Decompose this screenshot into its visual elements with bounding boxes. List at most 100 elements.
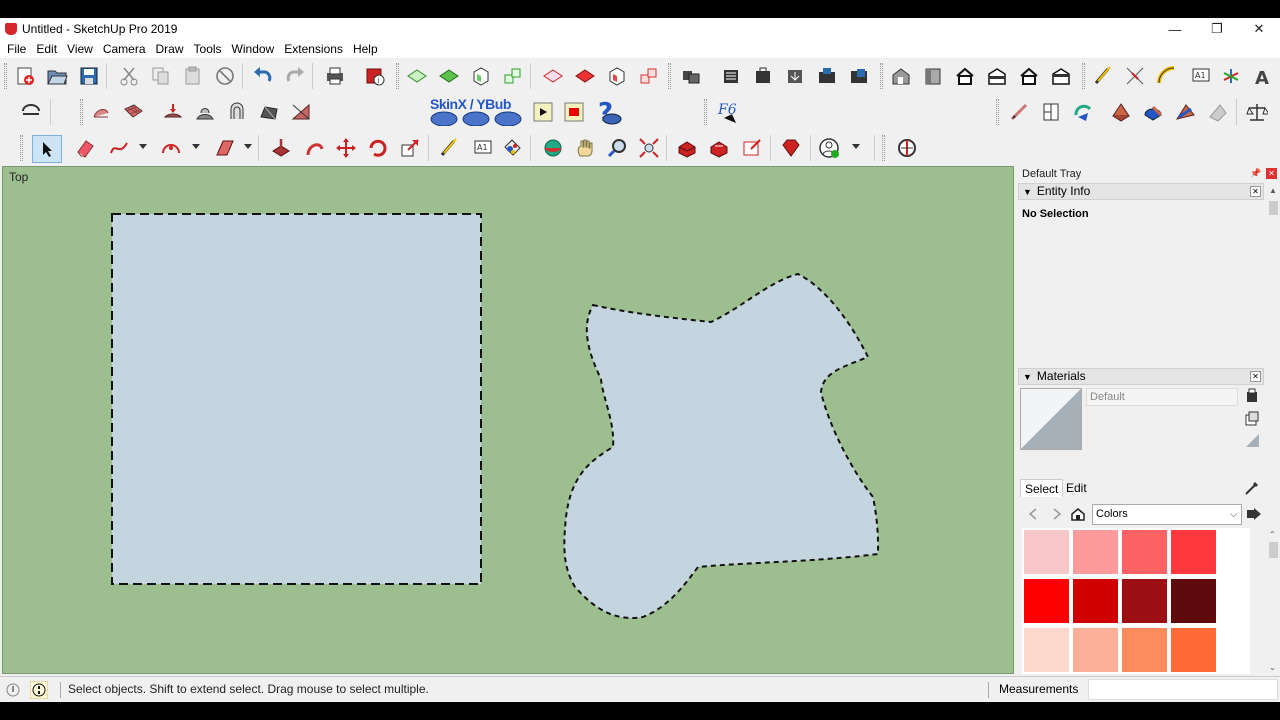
orbit-icon[interactable] — [542, 137, 564, 159]
color-swatch[interactable] — [1073, 530, 1118, 574]
toolbar-grip[interactable] — [880, 63, 883, 89]
menu-extensions[interactable]: Extensions — [279, 42, 348, 56]
menu-help[interactable]: Help — [348, 42, 383, 56]
color-swatch[interactable] — [1073, 579, 1118, 623]
modeling-viewport[interactable]: Top — [2, 166, 1014, 674]
current-material-swatch[interactable] — [1020, 388, 1082, 450]
share-model-icon[interactable] — [752, 65, 774, 87]
entity-info-header[interactable]: ▼ Entity Info ✕ — [1018, 183, 1264, 200]
color-swatch[interactable] — [1171, 530, 1216, 574]
undo-icon[interactable] — [252, 65, 274, 87]
toolbar-grip[interactable] — [396, 63, 399, 89]
orbit-paint-icon[interactable] — [1072, 101, 1094, 123]
restore-button[interactable]: ❐ — [1196, 18, 1238, 40]
extension-manager-icon[interactable] — [848, 65, 870, 87]
rotate-icon[interactable] — [367, 137, 389, 159]
components-icon[interactable] — [680, 65, 702, 87]
open-folder-icon[interactable] — [46, 65, 68, 87]
pin-icon[interactable]: 📌 — [1250, 168, 1261, 179]
axes-icon[interactable] — [1220, 65, 1242, 87]
location-icon[interactable] — [818, 137, 840, 159]
zoom-icon[interactable] — [606, 137, 628, 159]
menu-camera[interactable]: Camera — [98, 42, 151, 56]
color-swatch[interactable] — [1073, 628, 1118, 672]
fredoscale-icon[interactable]: F6 — [716, 98, 746, 126]
shaded-style-icon[interactable] — [638, 65, 660, 87]
scale-icon[interactable] — [399, 137, 421, 159]
toolbar-grip[interactable] — [1082, 63, 1085, 89]
color-swatch[interactable] — [1171, 628, 1216, 672]
trimble-connect-icon[interactable] — [896, 137, 918, 159]
menu-edit[interactable]: Edit — [31, 42, 62, 56]
section-plane-icon[interactable] — [1040, 101, 1062, 123]
standard-view-iso-icon[interactable] — [438, 65, 460, 87]
tab-edit[interactable]: Edit — [1062, 479, 1091, 497]
play-icon[interactable] — [532, 101, 554, 123]
default-material-icon[interactable] — [1244, 432, 1260, 448]
materials-header[interactable]: ▼ Materials ✕ — [1018, 368, 1264, 385]
3d-text-icon[interactable]: A — [1252, 65, 1274, 87]
color-swatch[interactable] — [1122, 530, 1167, 574]
print-icon[interactable] — [324, 65, 346, 87]
line-pencil-icon[interactable] — [1008, 101, 1030, 123]
follow-me-icon[interactable] — [1110, 101, 1132, 123]
back-arrow-icon[interactable] — [1026, 506, 1042, 522]
house-right-icon[interactable] — [1050, 65, 1072, 87]
toolbar-grip[interactable] — [4, 63, 7, 89]
standard-view-right-icon[interactable] — [502, 65, 524, 87]
stop-icon[interactable] — [563, 101, 585, 123]
extension-warehouse-tool-icon[interactable] — [741, 137, 763, 159]
toolbar-toggle-icon[interactable] — [20, 101, 42, 123]
cut-icon[interactable] — [118, 65, 140, 87]
offset-icon[interactable] — [1142, 101, 1164, 123]
credits-icon[interactable] — [30, 681, 48, 699]
home-icon[interactable] — [1070, 506, 1086, 522]
flip-edge-icon[interactable] — [290, 101, 312, 123]
text-tool-icon[interactable]: A1 — [472, 137, 494, 159]
details-arrow-icon[interactable] — [1246, 506, 1262, 522]
entity-info-close-button[interactable]: ✕ — [1250, 186, 1261, 197]
eraser-icon[interactable] — [74, 137, 96, 159]
protractor-icon[interactable] — [1156, 65, 1178, 87]
text-icon[interactable]: A1 — [1190, 65, 1212, 87]
square-face[interactable] — [111, 213, 482, 585]
arc-icon[interactable] — [160, 137, 182, 159]
sandbox-from-contours-icon[interactable] — [90, 101, 112, 123]
color-swatch[interactable] — [1122, 628, 1167, 672]
tab-select[interactable]: Select — [1020, 479, 1064, 497]
arc-dropdown-arrow[interactable] — [139, 144, 147, 149]
toolbar-grip[interactable] — [882, 135, 885, 161]
house-iso-icon[interactable] — [890, 65, 912, 87]
select-tool-button[interactable] — [32, 135, 62, 163]
toolbar-grip[interactable] — [996, 99, 999, 125]
stamp-icon[interactable] — [194, 101, 216, 123]
forward-arrow-icon[interactable] — [1048, 506, 1064, 522]
rectangle-dropdown-arrow[interactable] — [244, 144, 252, 149]
ruby-console-icon[interactable] — [780, 137, 802, 159]
create-material-icon[interactable] — [1244, 388, 1260, 404]
details-icon[interactable] — [1244, 410, 1260, 426]
wireframe-style-icon[interactable] — [574, 65, 596, 87]
model-info-icon[interactable]: i — [364, 65, 386, 87]
color-swatch[interactable] — [1024, 530, 1069, 574]
geo-location-icon[interactable] — [4, 681, 22, 699]
menu-file[interactable]: File — [2, 42, 31, 56]
dimension-icon[interactable] — [1124, 65, 1146, 87]
house-back-icon[interactable] — [986, 65, 1008, 87]
zoom-extents-icon[interactable] — [638, 137, 660, 159]
scrollbar-thumb[interactable] — [1269, 201, 1278, 215]
follow-path-icon[interactable] — [303, 137, 325, 159]
close-button[interactable]: ✕ — [1238, 18, 1280, 40]
share-component-icon[interactable] — [708, 137, 730, 159]
toolbar-grip[interactable] — [704, 99, 707, 125]
scale-disabled-icon[interactable] — [1206, 101, 1228, 123]
smoove-icon[interactable] — [162, 101, 184, 123]
erase-icon[interactable] — [214, 65, 236, 87]
balance-scale-icon[interactable] — [1246, 101, 1268, 123]
help-question-icon[interactable]: ? — [594, 97, 622, 125]
tape-measure-tool-icon[interactable] — [438, 137, 460, 159]
menu-window[interactable]: Window — [227, 42, 280, 56]
minimize-button[interactable]: — — [1154, 18, 1196, 40]
scroll-up-icon[interactable]: ⌃ — [1269, 530, 1276, 539]
get-models-icon[interactable] — [784, 65, 806, 87]
